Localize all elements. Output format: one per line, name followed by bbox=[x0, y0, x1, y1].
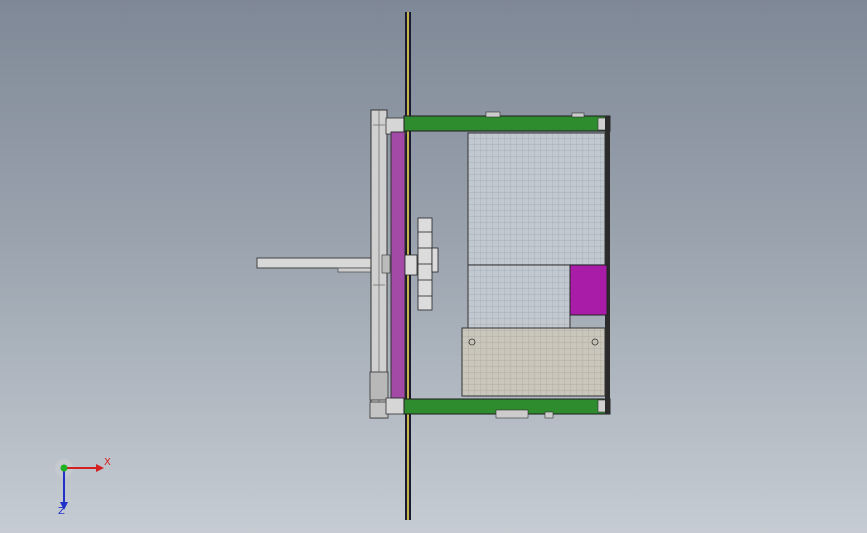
cad-viewport[interactable]: X Z bbox=[0, 0, 867, 533]
magenta-control-box bbox=[569, 264, 608, 316]
coordinate-triad: X Z bbox=[48, 452, 128, 522]
triad-x-label: X bbox=[104, 457, 111, 468]
bottom-green-beam bbox=[403, 398, 611, 419]
lower-mesh-panel bbox=[461, 327, 606, 397]
middle-mesh-panel bbox=[467, 264, 571, 329]
magenta-side-panel bbox=[390, 131, 406, 399]
upper-mesh-panel bbox=[467, 132, 606, 266]
triad-z-label: Z bbox=[58, 506, 65, 517]
horizontal-shaft bbox=[256, 257, 379, 273]
top-green-beam bbox=[403, 111, 611, 132]
machine-model[interactable] bbox=[0, 0, 867, 533]
